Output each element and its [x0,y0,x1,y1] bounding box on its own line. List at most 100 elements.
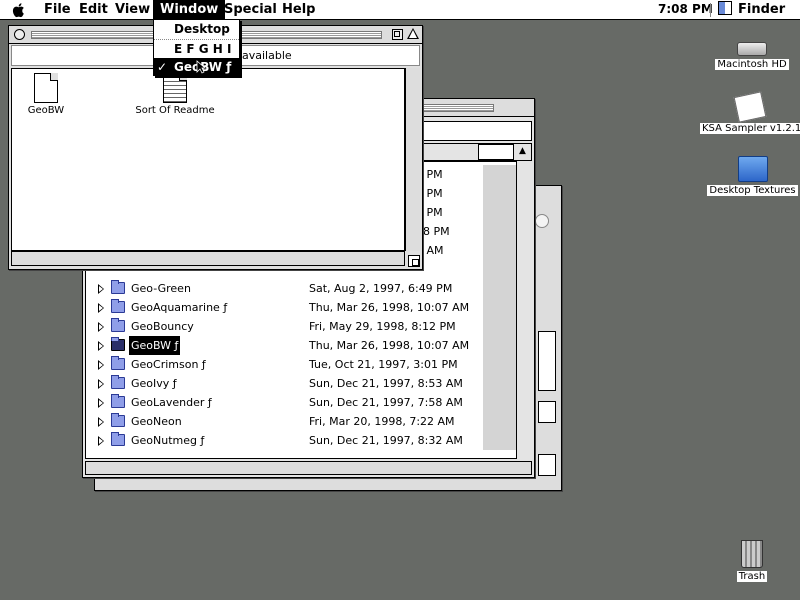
sampler-icon [733,91,767,123]
kind-cell [483,298,516,317]
disclosure-triangle-icon[interactable] [98,379,104,389]
kind-cell [483,184,516,203]
hard-disk-icon [737,42,767,56]
desktop-icon-trash[interactable]: Trash [730,540,774,582]
disclosure-triangle-icon[interactable] [98,417,104,427]
disclosure-triangle-icon[interactable] [98,341,104,351]
list-item[interactable]: GeoLavender ƒ Sun, Dec 21, 1997, 7:58 AM [86,393,516,412]
file-item-label: Sort Of Readme [135,105,215,116]
list-item-name: GeoBouncy [131,320,194,333]
close-box-icon[interactable] [14,29,25,40]
disclosure-triangle-icon[interactable] [98,436,104,446]
list-item-date: Thu, Mar 26, 1998, 10:07 AM [309,301,470,314]
menu-help[interactable]: Help [275,0,322,19]
disclosure-triangle-icon[interactable] [98,303,104,313]
menu-item-label: E F G H I [174,42,232,56]
disclosure-triangle-icon[interactable] [98,322,104,332]
side-panel [538,331,556,391]
menu-window[interactable]: Window [153,0,226,19]
list-item-date: Sun, Dec 21, 1997, 8:53 AM [309,377,463,390]
collapse-box-icon[interactable] [407,28,419,39]
list-item-date: Fri, May 29, 1998, 8:12 PM [309,320,456,333]
desktop-icon-macintosh-hd[interactable]: Macintosh HD [712,42,792,70]
list-item-name: GeoCrimson ƒ [131,358,206,371]
list-item-date: Tue, Oct 21, 1997, 3:01 PM [309,358,458,371]
folder-icon [111,318,125,332]
horizontal-scrollbar[interactable] [85,461,532,475]
folder-icon [111,375,125,389]
menu-divider [710,3,711,17]
menu-item-desktop[interactable]: Desktop [154,20,239,38]
kind-cell [483,431,516,450]
list-item-name: GeoNeon [131,415,182,428]
list-item-name: GeoLavender ƒ [131,396,212,409]
sort-direction-icon[interactable]: ▲ [519,146,529,156]
menu-special[interactable]: Special [217,0,284,19]
desktop-icon-ksa-sampler[interactable]: KSA Sampler v1.2.1 [700,91,800,134]
list-item[interactable]: GeoAquamarine ƒ Thu, Mar 26, 1998, 10:07 … [86,298,516,317]
folder-icon [111,432,125,446]
list-item[interactable]: GeoIvy ƒ Sun, Dec 21, 1997, 8:53 AM [86,374,516,393]
disclosure-triangle-icon[interactable] [98,284,104,294]
vertical-scrollbar[interactable] [405,68,420,251]
list-item[interactable]: GeoBouncy Fri, May 29, 1998, 8:12 PM [86,317,516,336]
kind-cell [483,165,516,184]
list-item-name: GeoBW ƒ [129,336,181,355]
list-item-name: GeoIvy ƒ [131,377,177,390]
folder-icon [111,337,125,351]
desktop-icon-label: Macintosh HD [715,59,789,70]
icon-view[interactable]: GeoBW Sort Of Readme [11,68,405,251]
resize-handle-icon[interactable] [408,255,420,267]
file-item-label: GeoBW [27,105,65,116]
window-control-icon [535,214,549,228]
list-item[interactable]: Geo-Green Sat, Aug 2, 1997, 6:49 PM [86,279,516,298]
apple-menu-icon[interactable] [10,1,28,19]
disclosure-triangle-icon[interactable] [98,398,104,408]
list-item-selected[interactable]: GeoBW ƒ Thu, Mar 26, 1998, 10:07 AM [86,336,516,355]
menu-item-label: Desktop [174,22,230,36]
folder-icon [737,156,768,182]
kind-cell [483,279,516,298]
folder-icon [111,394,125,408]
kind-cell [483,374,516,393]
disk-space-status: available [242,49,292,62]
desktop-icon-desktop-textures[interactable]: Desktop Textures [705,156,800,196]
list-item[interactable]: GeoCrimson ƒ Tue, Oct 21, 1997, 3:01 PM [86,355,516,374]
horizontal-scrollbar[interactable] [11,251,405,266]
list-item[interactable]: GeoNeon Fri, Mar 20, 1998, 7:22 AM [86,412,516,431]
desktop-icon-label: Trash [736,571,768,582]
mouse-cursor-icon [196,60,206,74]
kind-cell [483,241,516,260]
application-menu-label: Finder [738,2,786,17]
desktop-icon-label: Desktop Textures [707,185,798,196]
list-item-date: Sun, Dec 21, 1997, 7:58 AM [309,396,463,409]
menu-bar: File Edit View Window Special Help 7:08 … [0,0,800,20]
finder-icon [718,1,732,15]
list-item-name: GeoNutmeg ƒ [131,434,205,447]
kind-cell [483,412,516,431]
document-icon [163,73,187,103]
application-icon [34,73,58,103]
folder-icon [111,280,125,294]
file-item-sort-of-readme[interactable]: Sort Of Readme [130,73,220,116]
side-panel-bottom [538,454,556,476]
application-menu[interactable]: Finder [718,0,785,19]
list-item-date: Sun, Dec 21, 1997, 8:32 AM [309,434,463,447]
list-item[interactable]: GeoNutmeg ƒ Sun, Dec 21, 1997, 8:32 AM [86,431,516,450]
menu-view[interactable]: View [108,0,157,19]
kind-cell [483,260,516,279]
kind-cell [483,317,516,336]
menu-item-efghi[interactable]: E F G H I [154,40,239,58]
kind-cell [483,336,516,355]
kind-cell [483,393,516,412]
zoom-box-icon[interactable] [392,29,403,40]
menu-clock[interactable]: 7:08 PM [658,0,713,19]
list-item-date: Thu, Mar 26, 1998, 10:07 AM [309,339,470,352]
checkmark-icon: ✓ [157,60,168,74]
kind-cell [483,203,516,222]
sort-column-header[interactable] [478,144,514,160]
folder-icon [111,299,125,313]
file-item-geobw[interactable]: GeoBW [24,73,68,116]
list-item-date: Sat, Aug 2, 1997, 6:49 PM [309,282,453,295]
disclosure-triangle-icon[interactable] [98,360,104,370]
